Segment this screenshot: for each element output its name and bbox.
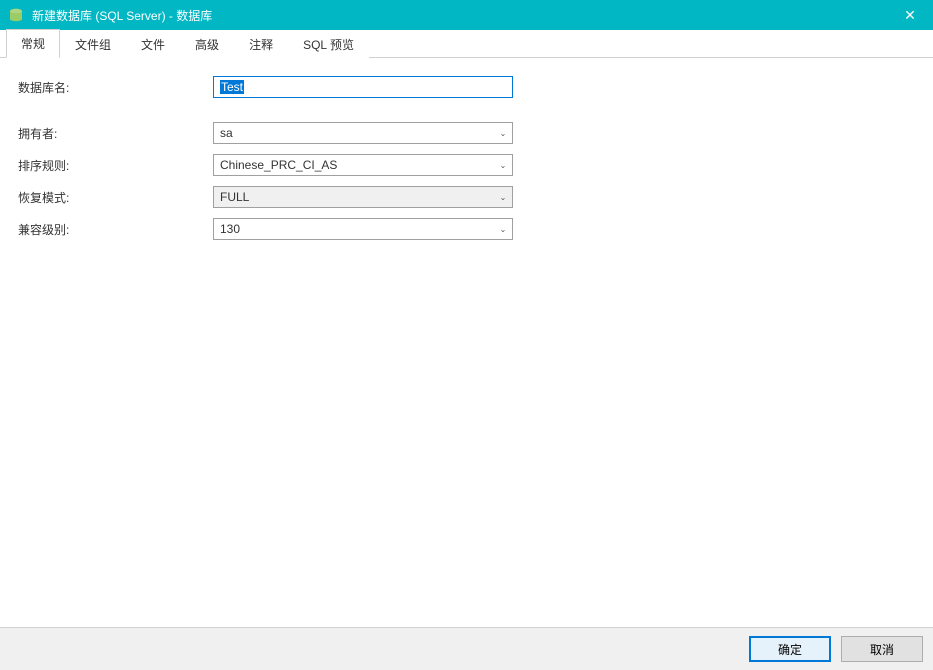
tab-bar: 常规 文件组 文件 高级 注释 SQL 预览: [0, 30, 933, 58]
ok-label: 确定: [778, 643, 802, 657]
tab-files[interactable]: 文件: [126, 30, 180, 58]
tab-label: 文件: [141, 38, 165, 52]
tab-comment[interactable]: 注释: [234, 30, 288, 58]
label-collation: 排序规则:: [18, 157, 213, 174]
label-compatibility: 兼容级别:: [18, 221, 213, 238]
owner-value: sa: [214, 126, 494, 140]
window-title: 新建数据库 (SQL Server) - 数据库: [32, 7, 887, 24]
chevron-down-icon: ⌄: [494, 129, 512, 138]
tab-label: SQL 预览: [303, 38, 354, 52]
chevron-down-icon: ⌄: [494, 225, 512, 234]
app-icon: [8, 7, 24, 23]
tab-label: 高级: [195, 38, 219, 52]
label-database-name: 数据库名:: [18, 79, 213, 96]
titlebar: 新建数据库 (SQL Server) - 数据库 ✕: [0, 0, 933, 30]
row-database-name: 数据库名: Test: [18, 76, 915, 98]
owner-combobox[interactable]: sa ⌄: [213, 122, 513, 144]
tab-sql-preview[interactable]: SQL 预览: [288, 30, 369, 58]
chevron-down-icon: ⌄: [494, 161, 512, 170]
label-recovery-model: 恢复模式:: [18, 189, 213, 206]
form-content: 数据库名: Test 拥有者: sa ⌄ 排序规则: Chinese_PRC_C…: [0, 58, 933, 628]
dialog-window: 新建数据库 (SQL Server) - 数据库 ✕ 常规 文件组 文件 高级 …: [0, 0, 933, 670]
tab-filegroups[interactable]: 文件组: [60, 30, 126, 58]
recovery-model-combobox[interactable]: FULL ⌄: [213, 186, 513, 208]
tab-general[interactable]: 常规: [6, 29, 60, 58]
compatibility-combobox[interactable]: 130 ⌄: [213, 218, 513, 240]
compatibility-value: 130: [214, 222, 494, 236]
database-name-value: Test: [220, 80, 244, 94]
ok-button[interactable]: 确定: [749, 636, 831, 662]
collation-combobox[interactable]: Chinese_PRC_CI_AS ⌄: [213, 154, 513, 176]
collation-value: Chinese_PRC_CI_AS: [214, 158, 494, 172]
chevron-down-icon: ⌄: [494, 193, 512, 202]
tab-advanced[interactable]: 高级: [180, 30, 234, 58]
recovery-model-value: FULL: [214, 190, 494, 204]
database-name-input[interactable]: Test: [213, 76, 513, 98]
dialog-footer: 确定 取消: [0, 628, 933, 670]
tab-label: 常规: [21, 37, 45, 51]
cancel-button[interactable]: 取消: [841, 636, 923, 662]
label-owner: 拥有者:: [18, 125, 213, 142]
tab-label: 文件组: [75, 38, 111, 52]
row-compatibility: 兼容级别: 130 ⌄: [18, 218, 915, 240]
tab-label: 注释: [249, 38, 273, 52]
cancel-label: 取消: [870, 643, 894, 657]
row-recovery-model: 恢复模式: FULL ⌄: [18, 186, 915, 208]
close-icon: ✕: [904, 7, 916, 24]
row-owner: 拥有者: sa ⌄: [18, 122, 915, 144]
row-collation: 排序规则: Chinese_PRC_CI_AS ⌄: [18, 154, 915, 176]
close-button[interactable]: ✕: [887, 0, 933, 30]
